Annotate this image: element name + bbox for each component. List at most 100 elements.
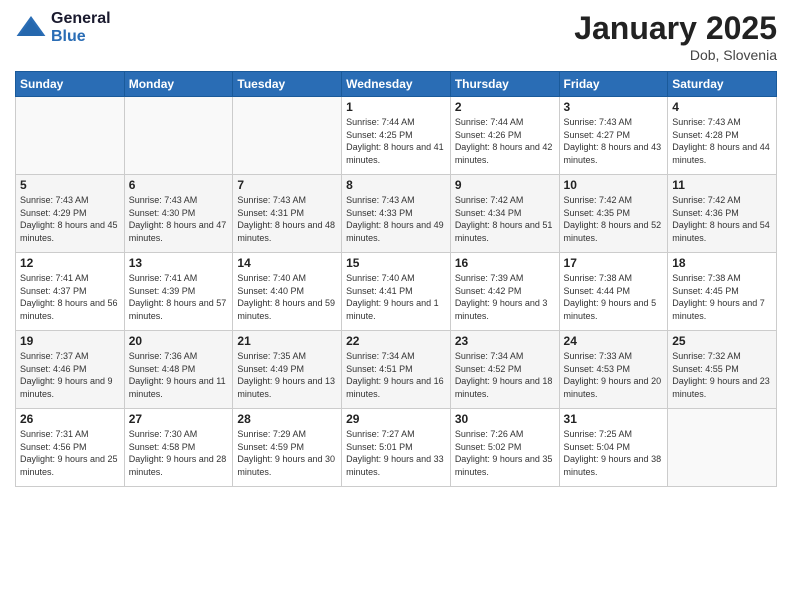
day-info: Sunrise: 7:38 AM Sunset: 4:45 PM Dayligh…	[672, 272, 772, 322]
table-row	[16, 97, 125, 175]
calendar-table: Sunday Monday Tuesday Wednesday Thursday…	[15, 71, 777, 487]
header-tuesday: Tuesday	[233, 72, 342, 97]
day-info: Sunrise: 7:43 AM Sunset: 4:33 PM Dayligh…	[346, 194, 446, 244]
day-number: 21	[237, 334, 337, 348]
calendar-week-row: 5 Sunrise: 7:43 AM Sunset: 4:29 PM Daylig…	[16, 175, 777, 253]
table-row: 23 Sunrise: 7:34 AM Sunset: 4:52 PM Dayli…	[450, 331, 559, 409]
logo-text: General Blue	[51, 10, 111, 45]
day-number: 17	[564, 256, 664, 270]
header-thursday: Thursday	[450, 72, 559, 97]
table-row: 20 Sunrise: 7:36 AM Sunset: 4:48 PM Dayli…	[124, 331, 233, 409]
day-info: Sunrise: 7:39 AM Sunset: 4:42 PM Dayligh…	[455, 272, 555, 322]
day-number: 29	[346, 412, 446, 426]
day-number: 14	[237, 256, 337, 270]
day-number: 22	[346, 334, 446, 348]
day-info: Sunrise: 7:44 AM Sunset: 4:25 PM Dayligh…	[346, 116, 446, 166]
day-info: Sunrise: 7:32 AM Sunset: 4:55 PM Dayligh…	[672, 350, 772, 400]
day-info: Sunrise: 7:40 AM Sunset: 4:40 PM Dayligh…	[237, 272, 337, 322]
day-number: 20	[129, 334, 229, 348]
header-friday: Friday	[559, 72, 668, 97]
day-number: 8	[346, 178, 446, 192]
table-row: 26Sunrise: 7:31 AM Sunset: 4:56 PM Dayli…	[16, 409, 125, 487]
day-number: 18	[672, 256, 772, 270]
logo-icon	[15, 12, 47, 44]
day-info: Sunrise: 7:38 AM Sunset: 4:44 PM Dayligh…	[564, 272, 664, 322]
table-row: 27 Sunrise: 7:30 AM Sunset: 4:58 PM Dayli…	[124, 409, 233, 487]
day-info: Sunrise: 7:27 AM Sunset: 5:01 PM Dayligh…	[346, 428, 446, 478]
day-info: Sunrise: 7:34 AM Sunset: 4:52 PM Dayligh…	[455, 350, 555, 400]
day-info: Sunrise: 7:42 AM Sunset: 4:34 PM Dayligh…	[455, 194, 555, 244]
table-row: 25Sunrise: 7:32 AM Sunset: 4:55 PM Dayli…	[668, 331, 777, 409]
weekday-header-row: Sunday Monday Tuesday Wednesday Thursday…	[16, 72, 777, 97]
table-row: 7 Sunrise: 7:43 AM Sunset: 4:31 PM Daylig…	[233, 175, 342, 253]
day-number: 28	[237, 412, 337, 426]
day-number: 24	[564, 334, 664, 348]
table-row: 21 Sunrise: 7:35 AM Sunset: 4:49 PM Dayli…	[233, 331, 342, 409]
day-number: 7	[237, 178, 337, 192]
header-wednesday: Wednesday	[342, 72, 451, 97]
day-info: Sunrise: 7:43 AM Sunset: 4:29 PM Dayligh…	[20, 194, 120, 244]
day-number: 23	[455, 334, 555, 348]
day-info: Sunrise: 7:35 AM Sunset: 4:49 PM Dayligh…	[237, 350, 337, 400]
day-info: Sunrise: 7:40 AM Sunset: 4:41 PM Dayligh…	[346, 272, 446, 322]
table-row: 24 Sunrise: 7:33 AM Sunset: 4:53 PM Dayli…	[559, 331, 668, 409]
day-info: Sunrise: 7:33 AM Sunset: 4:53 PM Dayligh…	[564, 350, 664, 400]
table-row: 2Sunrise: 7:44 AM Sunset: 4:26 PM Daylig…	[450, 97, 559, 175]
day-number: 4	[672, 100, 772, 114]
table-row: 13Sunrise: 7:41 AM Sunset: 4:39 PM Dayli…	[124, 253, 233, 331]
day-number: 9	[455, 178, 555, 192]
day-number: 6	[129, 178, 229, 192]
day-number: 12	[20, 256, 120, 270]
calendar-week-row: 19Sunrise: 7:37 AM Sunset: 4:46 PM Dayli…	[16, 331, 777, 409]
table-row: 9 Sunrise: 7:42 AM Sunset: 4:34 PM Daylig…	[450, 175, 559, 253]
header-sunday: Sunday	[16, 72, 125, 97]
calendar-week-row: 1Sunrise: 7:44 AM Sunset: 4:25 PM Daylig…	[16, 97, 777, 175]
table-row: 11Sunrise: 7:42 AM Sunset: 4:36 PM Dayli…	[668, 175, 777, 253]
table-row: 16 Sunrise: 7:39 AM Sunset: 4:42 PM Dayli…	[450, 253, 559, 331]
day-info: Sunrise: 7:36 AM Sunset: 4:48 PM Dayligh…	[129, 350, 229, 400]
table-row: 4 Sunrise: 7:43 AM Sunset: 4:28 PM Daylig…	[668, 97, 777, 175]
table-row: 1Sunrise: 7:44 AM Sunset: 4:25 PM Daylig…	[342, 97, 451, 175]
table-row: 22 Sunrise: 7:34 AM Sunset: 4:51 PM Dayli…	[342, 331, 451, 409]
day-info: Sunrise: 7:37 AM Sunset: 4:46 PM Dayligh…	[20, 350, 120, 400]
day-info: Sunrise: 7:34 AM Sunset: 4:51 PM Dayligh…	[346, 350, 446, 400]
day-info: Sunrise: 7:31 AM Sunset: 4:56 PM Dayligh…	[20, 428, 120, 478]
day-info: Sunrise: 7:41 AM Sunset: 4:39 PM Dayligh…	[129, 272, 229, 322]
day-number: 30	[455, 412, 555, 426]
table-row: 5 Sunrise: 7:43 AM Sunset: 4:29 PM Daylig…	[16, 175, 125, 253]
day-number: 10	[564, 178, 664, 192]
table-row: 15 Sunrise: 7:40 AM Sunset: 4:41 PM Dayli…	[342, 253, 451, 331]
day-number: 27	[129, 412, 229, 426]
title-block: January 2025 Dob, Slovenia	[574, 10, 777, 63]
table-row: 30Sunrise: 7:26 AM Sunset: 5:02 PM Dayli…	[450, 409, 559, 487]
location: Dob, Slovenia	[574, 47, 777, 63]
day-number: 16	[455, 256, 555, 270]
table-row: 17 Sunrise: 7:38 AM Sunset: 4:44 PM Dayli…	[559, 253, 668, 331]
day-info: Sunrise: 7:30 AM Sunset: 4:58 PM Dayligh…	[129, 428, 229, 478]
day-info: Sunrise: 7:25 AM Sunset: 5:04 PM Dayligh…	[564, 428, 664, 478]
day-info: Sunrise: 7:43 AM Sunset: 4:28 PM Dayligh…	[672, 116, 772, 166]
table-row: 18 Sunrise: 7:38 AM Sunset: 4:45 PM Dayli…	[668, 253, 777, 331]
table-row	[124, 97, 233, 175]
day-number: 5	[20, 178, 120, 192]
table-row: 29 Sunrise: 7:27 AM Sunset: 5:01 PM Dayli…	[342, 409, 451, 487]
day-info: Sunrise: 7:29 AM Sunset: 4:59 PM Dayligh…	[237, 428, 337, 478]
calendar-week-row: 26Sunrise: 7:31 AM Sunset: 4:56 PM Dayli…	[16, 409, 777, 487]
page: General Blue January 2025 Dob, Slovenia …	[0, 0, 792, 612]
table-row: 3Sunrise: 7:43 AM Sunset: 4:27 PM Daylig…	[559, 97, 668, 175]
table-row: 14 Sunrise: 7:40 AM Sunset: 4:40 PM Dayli…	[233, 253, 342, 331]
table-row	[233, 97, 342, 175]
header-monday: Monday	[124, 72, 233, 97]
day-number: 11	[672, 178, 772, 192]
table-row: 10 Sunrise: 7:42 AM Sunset: 4:35 PM Dayli…	[559, 175, 668, 253]
day-number: 3	[564, 100, 664, 114]
logo: General Blue	[15, 10, 111, 45]
calendar-week-row: 12Sunrise: 7:41 AM Sunset: 4:37 PM Dayli…	[16, 253, 777, 331]
header-saturday: Saturday	[668, 72, 777, 97]
day-number: 15	[346, 256, 446, 270]
table-row: 12Sunrise: 7:41 AM Sunset: 4:37 PM Dayli…	[16, 253, 125, 331]
day-info: Sunrise: 7:43 AM Sunset: 4:31 PM Dayligh…	[237, 194, 337, 244]
day-number: 31	[564, 412, 664, 426]
day-info: Sunrise: 7:42 AM Sunset: 4:35 PM Dayligh…	[564, 194, 664, 244]
table-row: 8 Sunrise: 7:43 AM Sunset: 4:33 PM Daylig…	[342, 175, 451, 253]
